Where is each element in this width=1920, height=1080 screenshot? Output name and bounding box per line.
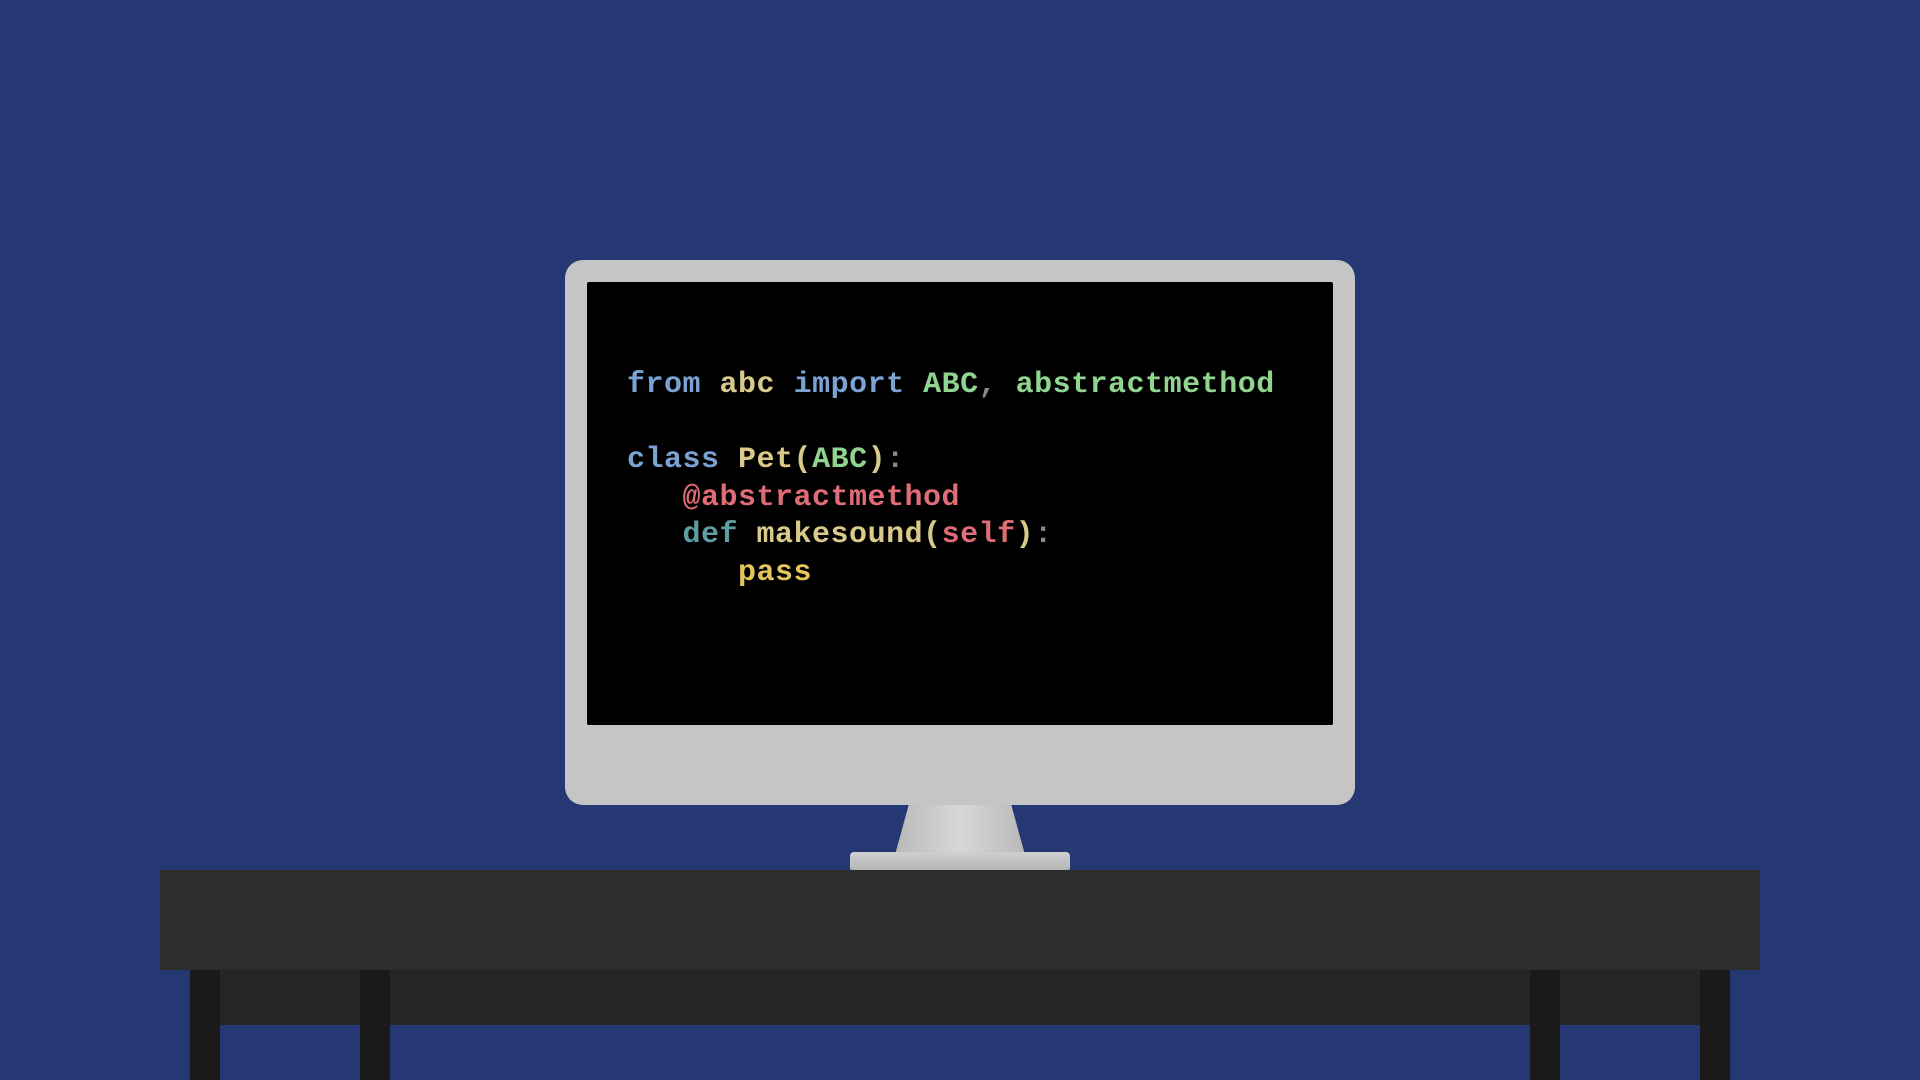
token-lparen2: ( bbox=[923, 518, 942, 552]
monitor: from abc import ABC, abstractmethod clas… bbox=[565, 260, 1355, 805]
token-name-abc: ABC bbox=[923, 368, 979, 402]
desk-leg bbox=[1530, 970, 1560, 1080]
monitor-stand-base bbox=[850, 852, 1070, 870]
token-decorator-abstractmethod: @abstractmethod bbox=[683, 481, 961, 515]
token-self: self bbox=[942, 518, 1016, 552]
token-comma: , bbox=[979, 368, 998, 402]
token-base-abc: ABC bbox=[812, 443, 868, 477]
token-keyword-import: import bbox=[794, 368, 905, 402]
token-module-abc: abc bbox=[720, 368, 776, 402]
desk bbox=[160, 870, 1760, 1080]
code-block: from abc import ABC, abstractmethod clas… bbox=[627, 367, 1293, 592]
token-keyword-pass: pass bbox=[738, 556, 812, 590]
desk-legs bbox=[160, 970, 1760, 1080]
token-keyword-class: class bbox=[627, 443, 720, 477]
token-rparen2: ) bbox=[1016, 518, 1035, 552]
desk-leg bbox=[360, 970, 390, 1080]
token-name-abstractmethod: abstractmethod bbox=[1016, 368, 1275, 402]
token-colon: : bbox=[886, 443, 905, 477]
code-editor-screen: from abc import ABC, abstractmethod clas… bbox=[587, 282, 1333, 725]
desk-leg bbox=[190, 970, 220, 1080]
token-lparen: ( bbox=[794, 443, 813, 477]
desk-leg bbox=[1700, 970, 1730, 1080]
token-keyword-from: from bbox=[627, 368, 701, 402]
token-rparen: ) bbox=[868, 443, 887, 477]
token-colon2: : bbox=[1034, 518, 1053, 552]
token-class-pet: Pet bbox=[738, 443, 794, 477]
token-func-makesound: makesound bbox=[757, 518, 924, 552]
token-keyword-def: def bbox=[683, 518, 739, 552]
desk-top bbox=[160, 870, 1760, 970]
